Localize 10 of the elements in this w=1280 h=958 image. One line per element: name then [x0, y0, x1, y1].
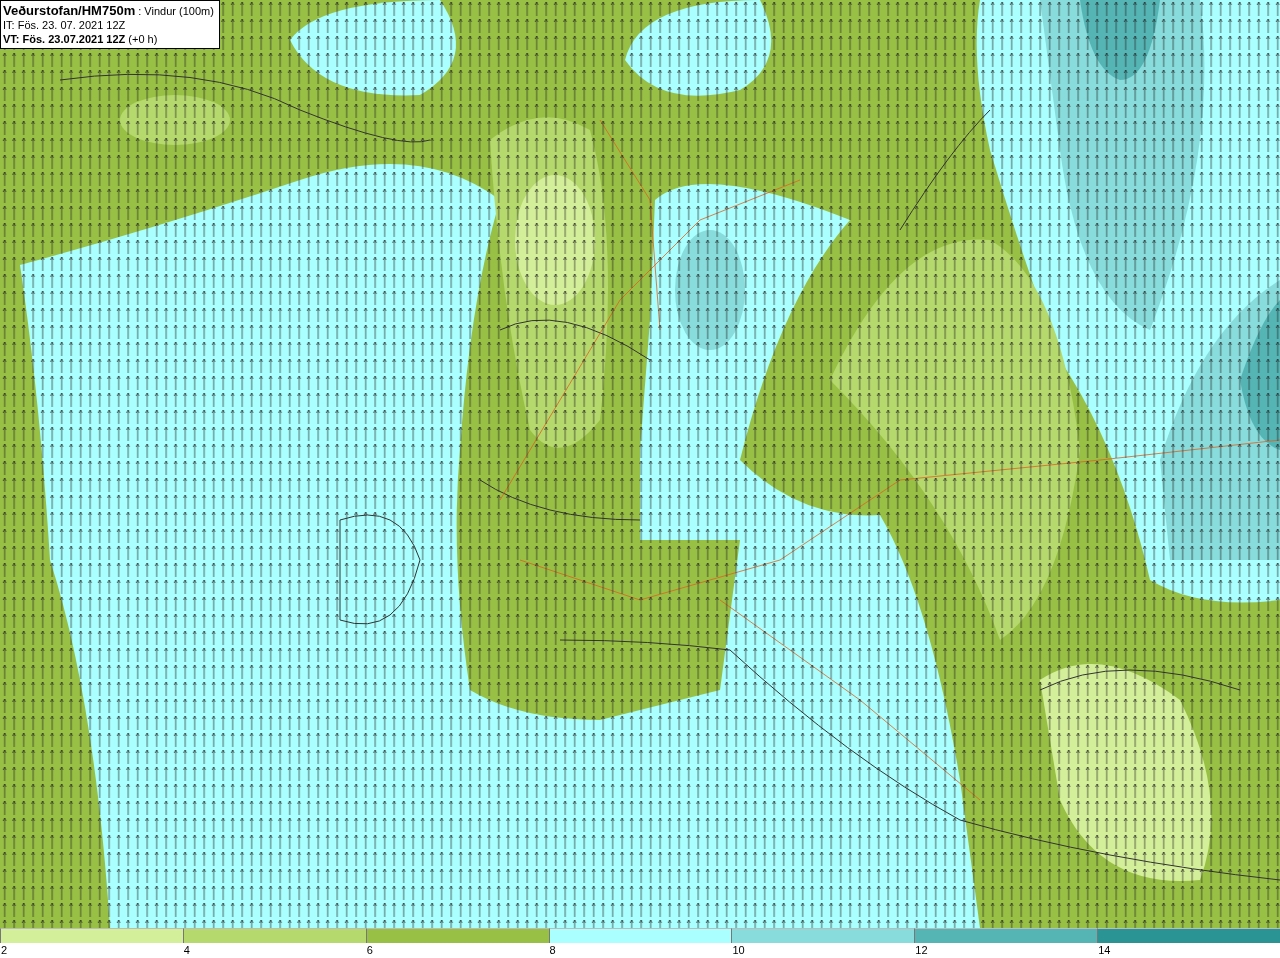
legend-label: 4: [182, 944, 190, 956]
legend-label: 10: [731, 944, 745, 956]
legend-label: 14: [1097, 944, 1111, 956]
issue-time: IT: Fös. 23. 07. 2021 12Z: [3, 18, 127, 32]
legend-label: 8: [548, 944, 556, 956]
valid-time: VT: Fös. 23.07.2021 12Z (+0 h): [3, 32, 159, 46]
legend-label: 12: [914, 944, 928, 956]
legend-label: 2: [0, 944, 8, 956]
legend-label: 6: [365, 944, 373, 956]
model-title: Veðurstofan/HM750m : Vindur (100m): [3, 4, 215, 18]
